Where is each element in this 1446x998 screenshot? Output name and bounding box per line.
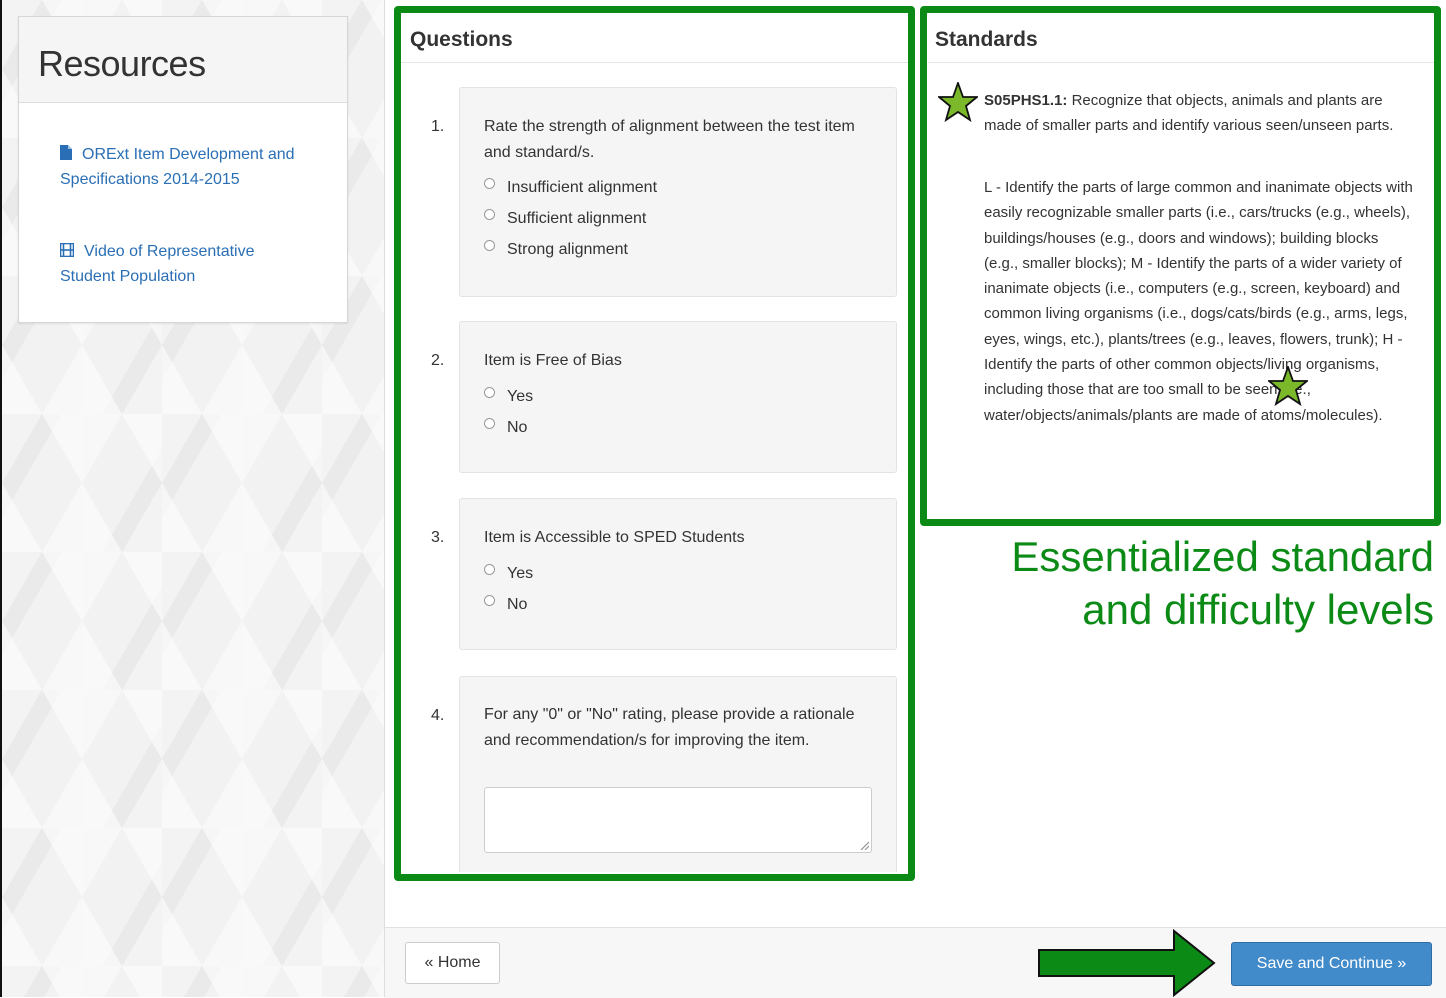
standards-highlight-box (920, 6, 1441, 526)
document-icon (60, 145, 72, 160)
caption-line: Essentialized standard (1011, 533, 1434, 580)
star-icon (1268, 366, 1308, 406)
resources-panel: Resources ORExt Item Development and Spe… (18, 16, 348, 323)
star-icon (938, 82, 978, 122)
annotation-caption: Essentialized standard and difficulty le… (914, 530, 1434, 636)
film-icon (60, 243, 74, 257)
resources-title: Resources (38, 43, 206, 84)
save-and-continue-button[interactable]: Save and Continue » (1231, 942, 1432, 986)
resource-link-item-development[interactable]: ORExt Item Development and Specification… (60, 142, 310, 192)
questions-highlight-box (394, 6, 915, 881)
resources-header: Resources (19, 17, 347, 103)
resource-link-label: ORExt Item Development and Specification… (60, 146, 295, 188)
arrow-right-icon (1038, 928, 1216, 998)
resource-link-label: Video of Representative Student Populati… (60, 243, 255, 285)
home-button[interactable]: « Home (405, 942, 500, 984)
resource-link-video[interactable]: Video of Representative Student Populati… (60, 239, 310, 289)
caption-line: and difficulty levels (1082, 586, 1434, 633)
